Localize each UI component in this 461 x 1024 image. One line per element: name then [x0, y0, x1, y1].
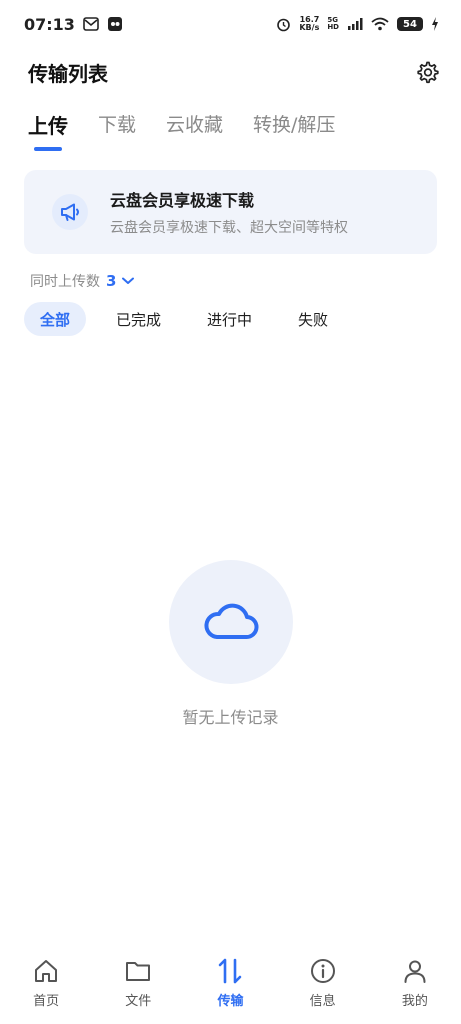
folder-icon: [123, 956, 153, 986]
promo-text: 云盘会员享极速下载 云盘会员享极速下载、超大空间等特权: [110, 187, 348, 237]
signal-icon: [347, 18, 363, 30]
nav-home-label: 首页: [33, 994, 60, 1009]
battery-indicator: 54: [397, 17, 423, 31]
profile-icon: [400, 956, 430, 986]
gear-icon: [417, 61, 439, 84]
alarm-icon: [276, 17, 291, 32]
info-icon: [308, 956, 338, 986]
tab-convert-extract[interactable]: 转换/解压: [253, 110, 335, 154]
wifi-icon: [371, 17, 389, 31]
charging-icon: [431, 17, 439, 31]
tab-upload[interactable]: 上传: [28, 110, 68, 154]
status-filters: 全部 已完成 进行中 失败: [24, 302, 358, 336]
status-left: 07:13: [24, 15, 123, 34]
tab-cloud-favorites[interactable]: 云收藏: [166, 110, 223, 154]
status-right: 16.7 KB/s 5G HD 54: [276, 16, 439, 32]
status-time: 07:13: [24, 14, 75, 34]
promo-subtitle: 云盘会员享极速下载、超大空间等特权: [110, 220, 348, 236]
filter-in-progress[interactable]: 进行中: [191, 302, 268, 336]
network-type-hd: HD: [327, 23, 339, 31]
nav-profile[interactable]: 我的: [380, 956, 450, 1009]
nav-files-label: 文件: [125, 994, 152, 1009]
header: 传输列表: [0, 52, 461, 92]
nav-transfer-label: 传输: [217, 994, 244, 1009]
filter-failed[interactable]: 失败: [282, 302, 344, 336]
filter-completed[interactable]: 已完成: [100, 302, 177, 336]
concurrent-upload-selector[interactable]: 同时上传数 3: [30, 270, 135, 292]
promo-title: 云盘会员享极速下载: [110, 191, 255, 210]
nav-messages-label: 信息: [309, 994, 336, 1009]
tab-download[interactable]: 下载: [98, 110, 136, 154]
concurrent-value: 3: [106, 272, 117, 290]
settings-button[interactable]: [413, 58, 441, 86]
empty-state-illustration: [169, 560, 293, 684]
concurrent-label: 同时上传数: [30, 274, 100, 290]
network-speed: 16.7 KB/s: [299, 16, 319, 32]
nav-messages[interactable]: 信息: [288, 956, 358, 1009]
network-speed-unit: KB/s: [299, 23, 320, 32]
nav-home[interactable]: 首页: [11, 956, 81, 1009]
home-icon: [31, 956, 61, 986]
status-bar: 07:13 16.7 KB/s 5G HD 54: [0, 0, 461, 48]
nav-transfer[interactable]: 传输: [195, 956, 265, 1009]
transfer-tabs: 上传 下载 云收藏 转换/解压: [28, 110, 335, 156]
cloud-icon: [204, 603, 259, 639]
vip-promo-banner[interactable]: 云盘会员享极速下载 云盘会员享极速下载、超大空间等特权: [24, 170, 437, 254]
nav-files[interactable]: 文件: [103, 956, 173, 1009]
transfer-icon: [215, 956, 245, 986]
chevron-down-icon: [122, 277, 135, 284]
megaphone-icon: [52, 194, 88, 230]
nav-profile-label: 我的: [401, 994, 428, 1009]
page-title: 传输列表: [28, 61, 108, 86]
empty-state-text: 暂无上传记录: [182, 708, 279, 727]
filter-all[interactable]: 全部: [24, 302, 87, 336]
network-type: 5G HD: [327, 17, 339, 31]
mail-notification-icon: [83, 17, 99, 31]
bottom-navigation: 首页 文件 传输 信息 我的: [0, 948, 461, 1024]
app-notification-icon: [107, 16, 123, 32]
